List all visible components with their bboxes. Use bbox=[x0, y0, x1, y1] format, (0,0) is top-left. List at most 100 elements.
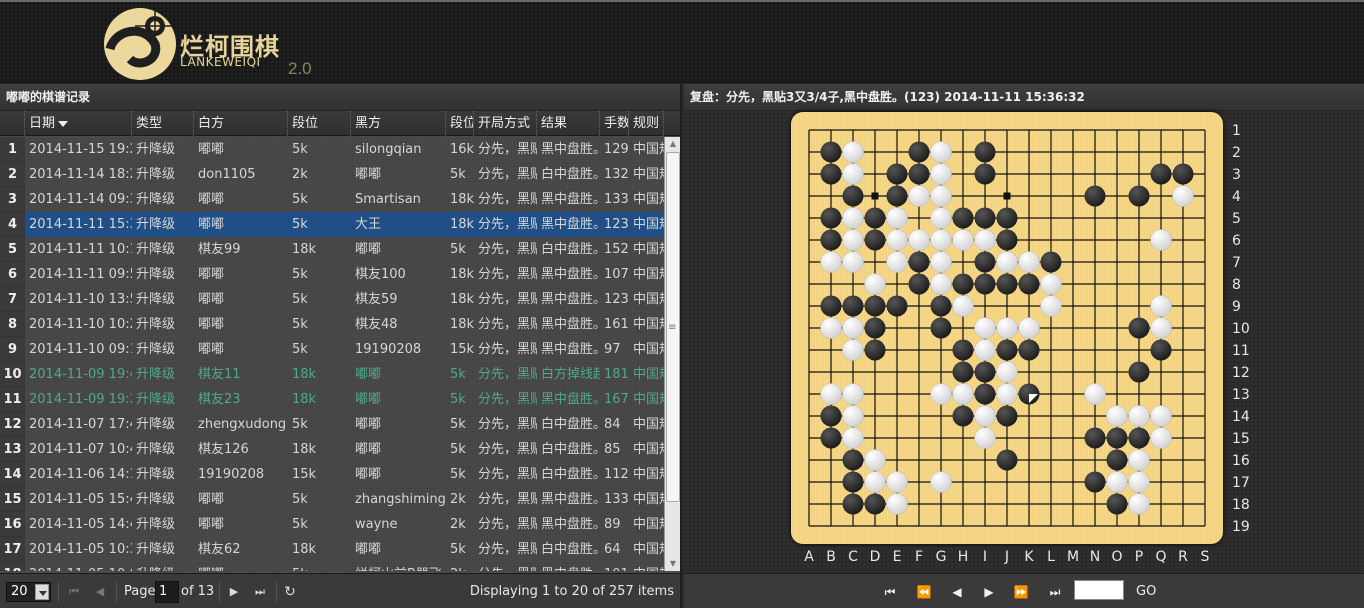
first-move-icon[interactable]: ⏮ bbox=[880, 582, 900, 602]
white-stone bbox=[1106, 471, 1128, 493]
col-label: P bbox=[1134, 549, 1144, 565]
cell-wrank: 5k bbox=[292, 517, 308, 532]
cell-rule: 中国规则 bbox=[633, 292, 664, 307]
header-white[interactable]: 白方 bbox=[194, 111, 288, 136]
cell-result: 黑中盘胜。 bbox=[541, 517, 600, 532]
table-row[interactable]: 15 2014-11-05 15:4 升降级 嘟嘟 5k zhangshiming 2k 分先… bbox=[0, 487, 664, 512]
cell-date: 2014-11-09 19:2 bbox=[29, 392, 132, 407]
black-stone bbox=[908, 163, 930, 185]
header-black[interactable]: 黑方 bbox=[351, 111, 446, 136]
table-row[interactable]: 17 2014-11-05 10:3 升降级 棋友62 18k 嘟嘟 5k 分先，黑贴 白中盘胜… bbox=[0, 537, 664, 562]
table-row[interactable]: 5 2014-11-11 10:1 升降级 棋友99 18k 嘟嘟 5k 分先，黑贴 白中盘胜。… bbox=[0, 237, 664, 262]
cell-date: 2014-11-05 10:0 bbox=[25, 562, 132, 571]
go-board-canvas[interactable] bbox=[791, 112, 1223, 544]
black-stone bbox=[930, 317, 952, 339]
page-size-select[interactable]: 20 bbox=[6, 582, 51, 602]
col-label: A bbox=[804, 549, 814, 565]
last-move-icon[interactable]: ⏭ bbox=[1045, 582, 1065, 602]
go-board[interactable] bbox=[791, 112, 1223, 544]
black-stone bbox=[820, 141, 842, 163]
chevron-down-icon[interactable] bbox=[35, 584, 49, 600]
white-stone bbox=[1128, 405, 1150, 427]
table-row[interactable]: 7 2014-11-10 13:5 升降级 嘟嘟 5k 棋友59 18k 分先，黑贴 黑中盘胜。… bbox=[0, 287, 664, 312]
table-row[interactable]: 9 2014-11-10 09:1 升降级 嘟嘟 5k 19190208 15k 分先，黑贴黑… bbox=[0, 337, 664, 362]
table-row[interactable]: 8 2014-11-10 10:2 升降级 嘟嘟 5k 棋友48 18k 分先，黑贴 黑中盘胜。… bbox=[0, 312, 664, 337]
white-stone bbox=[1150, 405, 1172, 427]
cell-black: silongqian bbox=[355, 142, 422, 157]
black-stone bbox=[952, 273, 974, 295]
cell-moves: 129 bbox=[604, 142, 629, 157]
black-stone bbox=[930, 295, 952, 317]
app-window: 烂柯围棋 LANKEWEIQI 2.0 嘟嘟的棋谱记录 日期 类型 白方 段位 … bbox=[0, 0, 1364, 608]
header-black-rank[interactable]: 段位 bbox=[446, 111, 474, 136]
table-row[interactable]: 182014-11-05 10:0升降级嘟嘟5k烂柯山前B器飞2k分先，黑贴黑中… bbox=[0, 562, 664, 571]
table-row[interactable]: 4 2014-11-11 15:3 升降级 嘟嘟 5k 大王 18k 分先，黑贴 黑中盘胜。 12… bbox=[0, 212, 664, 237]
header-type[interactable]: 类型 bbox=[132, 111, 194, 136]
header-result[interactable]: 结果 bbox=[537, 111, 600, 136]
table-row[interactable]: 6 2014-11-11 09:5 升降级 嘟嘟 5k 棋友100 18k 分先，黑贴 黑中盘胜… bbox=[0, 262, 664, 287]
white-stone bbox=[864, 449, 886, 471]
cell-type: 升降级 bbox=[136, 492, 176, 507]
cell-result: 黑中盘胜。 bbox=[541, 142, 600, 157]
table-row[interactable]: 3 2014-11-14 09:3 升降级 嘟嘟 5k Smartisan 18k 分先，黑贴… bbox=[0, 187, 664, 212]
cell-result: 黑中盘胜。 bbox=[541, 267, 600, 282]
table-row[interactable]: 16 2014-11-05 14:4 升降级 嘟嘟 5k wayne 2k 分先，黑贴 黑中盘胜… bbox=[0, 512, 664, 537]
cell-brank: 15k bbox=[450, 342, 474, 357]
white-stone bbox=[886, 471, 908, 493]
go-button[interactable]: GO bbox=[1136, 582, 1156, 602]
cell-moves: 84 bbox=[604, 417, 621, 432]
row-label: 1 bbox=[1232, 123, 1241, 139]
black-stone bbox=[974, 251, 996, 273]
next-page-icon[interactable]: ▶ bbox=[226, 582, 242, 602]
header-opening[interactable]: 开局方式 bbox=[474, 111, 537, 136]
table-row[interactable]: 2 2014-11-14 18:2 升降级 don1105 2k 嘟嘟 5k 分先，黑贴 白中盘… bbox=[0, 162, 664, 187]
cell-white: 嘟嘟 bbox=[198, 267, 225, 282]
white-stone bbox=[842, 163, 864, 185]
cell-black: 棋友48 bbox=[355, 317, 398, 332]
table-row[interactable]: 10 2014-11-09 19:4 升降级 棋友11 18k 嘟嘟 5k 分先，黑贴 白方掉线… bbox=[0, 362, 664, 387]
scroll-down-icon[interactable]: ▼ bbox=[665, 557, 681, 571]
last-page-icon[interactable]: ⏭ bbox=[252, 582, 268, 602]
cell-white: 嘟嘟 bbox=[198, 317, 225, 332]
black-stone bbox=[952, 361, 974, 383]
cell-wrank: 18k bbox=[292, 367, 317, 382]
black-stone bbox=[1018, 273, 1040, 295]
refresh-icon[interactable]: ↻ bbox=[282, 582, 298, 602]
board-row-labels: 1 2 3 4 5 6 7 8 9 10 11 12 13 14 15 16 17 18 19 bbox=[1232, 120, 1262, 538]
records-scrollbar[interactable]: ▲ ≡ ▼ bbox=[664, 137, 680, 571]
cell-wrank: 5k bbox=[292, 492, 308, 507]
step-forward-icon[interactable]: ▶ bbox=[979, 582, 999, 602]
black-stone bbox=[1150, 339, 1172, 361]
fast-forward-icon[interactable]: ⏩ bbox=[1011, 582, 1031, 602]
page-number-input[interactable]: 1 bbox=[155, 581, 179, 603]
cell-opening: 分先，黑贴 bbox=[478, 292, 537, 307]
black-stone bbox=[996, 339, 1018, 361]
cell-white: 嘟嘟 bbox=[198, 492, 225, 507]
cell-white: 嘟嘟 bbox=[198, 142, 225, 157]
cell-wrank: 5k bbox=[292, 217, 308, 232]
header-moves[interactable]: 手数 bbox=[600, 111, 629, 136]
header-date[interactable]: 日期 bbox=[25, 111, 132, 136]
table-row[interactable]: 14 2014-11-06 14:1 升降级 19190208 15k 嘟嘟 5k 分先，黑贴… bbox=[0, 462, 664, 487]
cell-brank: 5k bbox=[450, 542, 466, 557]
records-panel: 嘟嘟的棋谱记录 日期 类型 白方 段位 黑方 段位 开局方式 结果 手数 规则 … bbox=[0, 84, 682, 608]
cell-brank: 5k bbox=[450, 392, 466, 407]
first-page-icon[interactable]: ⏮ bbox=[66, 582, 82, 602]
scroll-up-icon[interactable]: ▲ bbox=[665, 137, 681, 151]
fast-backward-icon[interactable]: ⏪ bbox=[914, 582, 934, 602]
cell-rule: 中国规则 bbox=[633, 467, 664, 482]
black-stone bbox=[864, 493, 886, 515]
white-stone bbox=[996, 251, 1018, 273]
move-number-input[interactable] bbox=[1074, 580, 1124, 600]
table-row[interactable]: 12 2014-11-07 17:4 升降级 zhengxudong 5k 嘟嘟 5k 分先，… bbox=[0, 412, 664, 437]
step-back-icon[interactable]: ◀ bbox=[947, 582, 967, 602]
row-number: 10 bbox=[0, 362, 25, 387]
table-row[interactable]: 11 2014-11-09 19:2 升降级 棋友23 18k 嘟嘟 5k 分先，黑贴 黑中盘胜… bbox=[0, 387, 664, 412]
cell-rule: 中国规则 bbox=[629, 562, 664, 571]
header-white-rank[interactable]: 段位 bbox=[288, 111, 351, 136]
table-row[interactable]: 1 2014-11-15 19:2 升降级 嘟嘟 5k silongqian 16k 分先，黑… bbox=[0, 137, 664, 162]
header-rule[interactable]: 规则 bbox=[629, 111, 664, 136]
cell-rule: 中国规则 bbox=[633, 242, 664, 257]
table-row[interactable]: 13 2014-11-07 10:4 升降级 棋友126 18k 嘟嘟 5k 分先，黑贴 白中盘… bbox=[0, 437, 664, 462]
prev-page-icon[interactable]: ◀ bbox=[92, 582, 108, 602]
